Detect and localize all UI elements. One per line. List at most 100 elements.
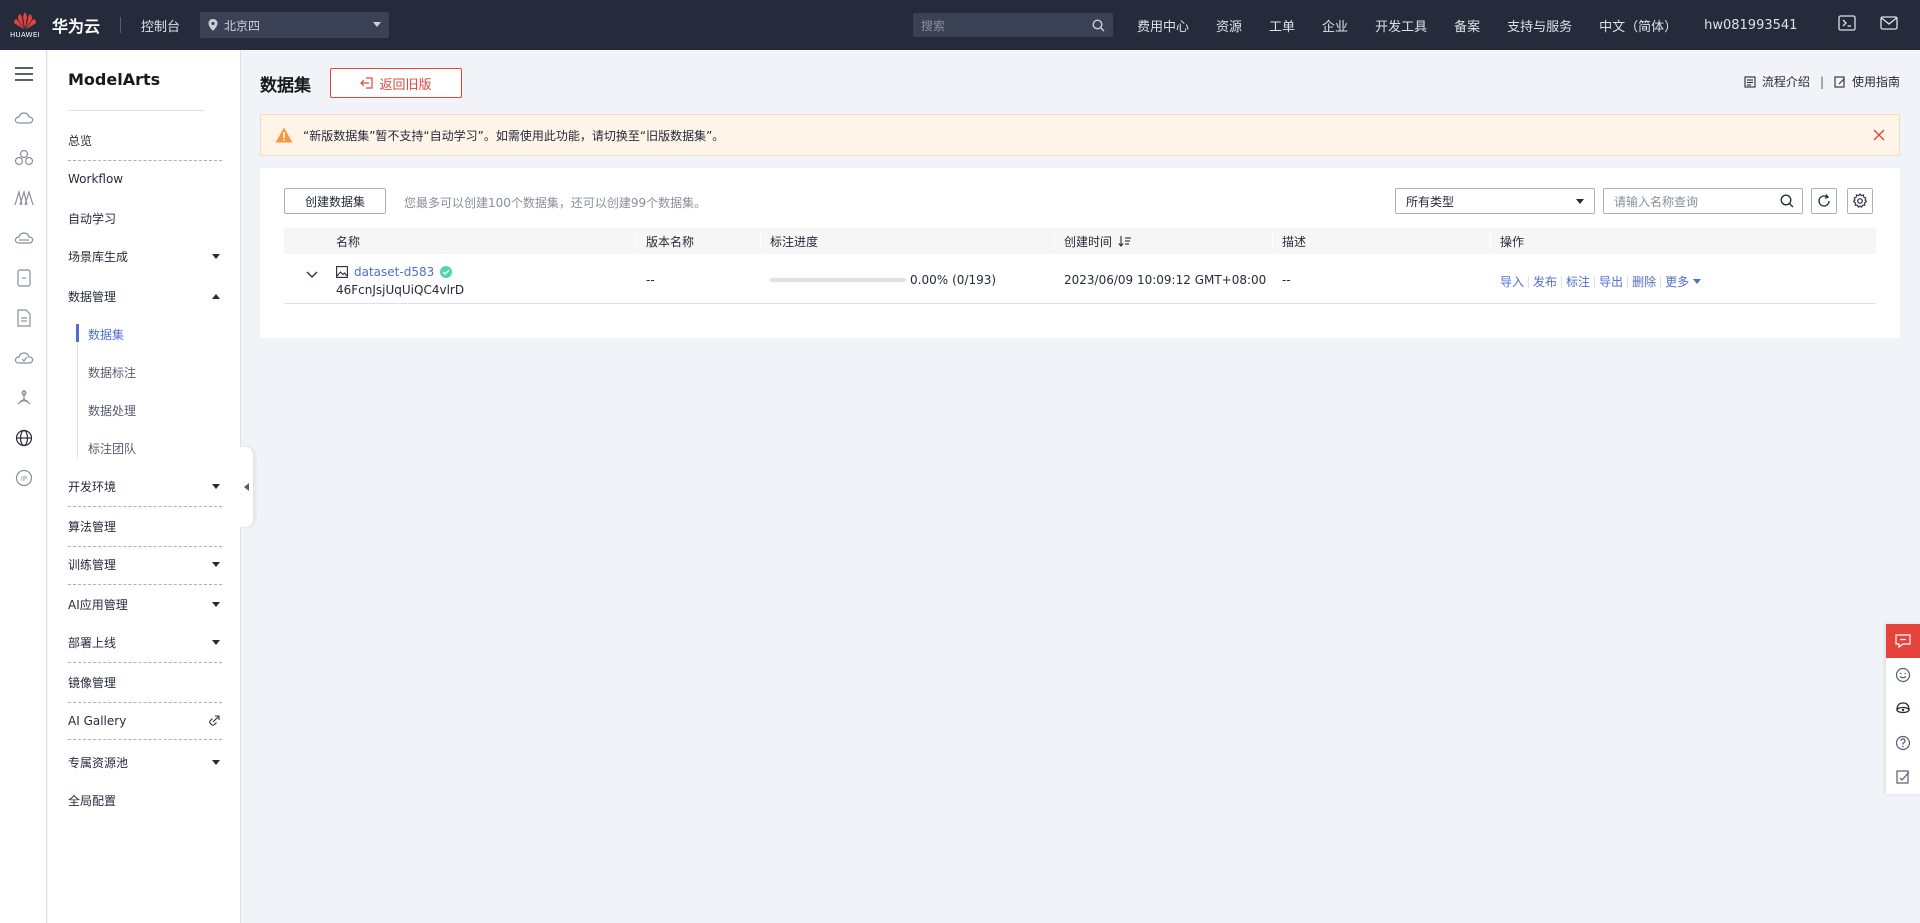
return-old-version-button[interactable]: 返回旧版 <box>330 68 462 98</box>
column-header-name: 名称 <box>336 234 361 249</box>
nav-icp[interactable]: 备案 <box>1454 16 1480 35</box>
rail-item-cloud-3[interactable] <box>0 338 47 378</box>
flow-intro-link[interactable]: 流程介绍 <box>1744 73 1810 90</box>
global-search-input[interactable]: 搜索 <box>913 13 1113 37</box>
nav-username[interactable]: hw081993541 <box>1704 18 1797 33</box>
refresh-button[interactable] <box>1811 188 1837 214</box>
type-filter-select[interactable]: 所有类型 <box>1395 188 1595 214</box>
create-dataset-button[interactable]: 创建数据集 <box>284 188 386 214</box>
rail-item-globe[interactable] <box>0 418 47 458</box>
brand-name[interactable]: 华为云 <box>52 13 100 37</box>
export-link[interactable]: 导出 <box>1599 273 1623 290</box>
sidebar-item-dataset[interactable]: 数据集 <box>88 326 124 343</box>
feedback-button[interactable] <box>1886 658 1920 692</box>
page-title: 数据集 <box>260 76 311 96</box>
progress-bar <box>770 278 906 282</box>
nav-tickets[interactable]: 工单 <box>1269 16 1295 35</box>
sidebar-item-data-processing[interactable]: 数据处理 <box>88 402 136 419</box>
user-guide-link[interactable]: 使用指南 <box>1834 73 1900 90</box>
import-link[interactable]: 导入 <box>1500 273 1524 290</box>
chevron-down-icon <box>212 254 220 259</box>
top-navigation-bar: HUAWEI 华为云 控制台 北京四 搜索 费用中心 资源 工单 企业 开发工具… <box>0 0 1920 50</box>
help-button[interactable] <box>1886 726 1920 760</box>
terminal-icon[interactable] <box>1838 15 1856 31</box>
menu-toggle[interactable] <box>0 50 47 98</box>
sidebar-collapse-handle[interactable] <box>240 447 253 527</box>
cluster-icon <box>14 149 33 166</box>
nav-enterprise[interactable]: 企业 <box>1322 16 1348 35</box>
satellite-icon <box>17 390 30 405</box>
dataset-name-link[interactable]: dataset-d583 <box>354 265 434 279</box>
nav-language[interactable]: 中文（简体） <box>1599 16 1677 35</box>
sidebar-item-automl[interactable]: 自动学习 <box>68 210 220 227</box>
description-cell: -- <box>1282 273 1291 287</box>
nav-support[interactable]: 支持与服务 <box>1507 16 1572 35</box>
nav-devtools[interactable]: 开发工具 <box>1375 16 1427 35</box>
type-filter-value: 所有类型 <box>1406 194 1455 209</box>
sidebar-item-workflow[interactable]: Workflow <box>68 172 220 186</box>
sidebar-item-overview[interactable]: 总览 <box>68 132 222 161</box>
settings-button[interactable] <box>1847 188 1873 214</box>
chat-button[interactable] <box>1886 624 1920 658</box>
sidebar-item-image-management[interactable]: 镜像管理 <box>68 674 222 703</box>
cloud-icon <box>14 112 33 124</box>
search-icon[interactable] <box>1092 18 1105 32</box>
sidebar-item-ai-app-management[interactable]: AI应用管理 <box>68 596 220 613</box>
rail-item-document[interactable] <box>0 298 47 338</box>
rail-item-satellite[interactable] <box>0 378 47 418</box>
divider <box>120 17 122 33</box>
close-icon[interactable] <box>1873 129 1885 141</box>
sidebar-item-deploy[interactable]: 部署上线 <box>68 634 222 663</box>
column-header-created[interactable]: 创建时间 <box>1064 228 1132 254</box>
rail-item-cloud[interactable] <box>0 98 47 138</box>
headset-icon <box>1896 702 1910 714</box>
external-link-icon <box>209 715 220 726</box>
publish-link[interactable]: 发布 <box>1533 273 1557 290</box>
delete-link[interactable]: 删除 <box>1632 273 1656 290</box>
label-link[interactable]: 标注 <box>1566 273 1590 290</box>
nav-billing[interactable]: 费用中心 <box>1137 16 1189 35</box>
progress-cell: 0.00% (0/193) <box>770 273 996 287</box>
rail-item-server[interactable] <box>0 258 47 298</box>
rail-item-cluster[interactable] <box>0 138 47 178</box>
chevron-down-icon <box>212 760 220 765</box>
rail-item-mountains[interactable] <box>0 178 47 218</box>
console-link[interactable]: 控制台 <box>141 16 180 35</box>
sidebar-item-labeling-team[interactable]: 标注团队 <box>88 440 136 457</box>
customer-service-button[interactable] <box>1886 692 1920 726</box>
name-search-input[interactable]: 请输入名称查询 <box>1603 188 1803 214</box>
sidebar-item-scene-generation[interactable]: 场景库生成 <box>68 248 220 265</box>
sidebar-item-algorithm-management[interactable]: 算法管理 <box>68 518 222 547</box>
sidebar-item-global-config[interactable]: 全局配置 <box>68 792 220 809</box>
mail-icon[interactable] <box>1880 15 1898 31</box>
expand-row-toggle[interactable] <box>306 271 318 279</box>
chevron-down-icon <box>212 484 220 489</box>
huawei-logo[interactable]: HUAWEI <box>0 0 50 50</box>
sidebar-item-ai-gallery[interactable]: AI Gallery <box>68 714 222 740</box>
nav-resources[interactable]: 资源 <box>1216 16 1242 35</box>
search-icon[interactable] <box>1780 194 1794 208</box>
logo-text: HUAWEI <box>9 30 40 39</box>
sidebar-item-label: 场景库生成 <box>68 250 129 264</box>
user-guide-label: 使用指南 <box>1851 75 1900 89</box>
sidebar-item-label: 开发环境 <box>68 480 117 494</box>
sidebar-item-training-management[interactable]: 训练管理 <box>68 556 222 585</box>
sidebar-item-dedicated-pool[interactable]: 专属资源池 <box>68 754 220 771</box>
chevron-down-icon <box>1576 198 1584 204</box>
region-selector[interactable]: 北京四 <box>200 12 390 38</box>
sidebar-item-data-management[interactable]: 数据管理 <box>68 288 220 305</box>
more-dropdown[interactable]: 更多 <box>1665 273 1702 290</box>
rail-item-cloud-2[interactable] <box>0 218 47 258</box>
sort-icon[interactable] <box>1118 235 1132 247</box>
sidebar-title: ModelArts <box>68 70 161 89</box>
sidebar-item-data-labeling[interactable]: 数据标注 <box>88 364 136 381</box>
column-header-version: 版本名称 <box>646 234 695 249</box>
warning-icon <box>275 127 293 143</box>
sidebar-item-dev-environment[interactable]: 开发环境 <box>68 478 222 507</box>
chevron-left-icon <box>244 483 249 491</box>
survey-button[interactable] <box>1886 760 1920 794</box>
document-icon <box>16 309 31 327</box>
gear-icon <box>1852 193 1868 209</box>
hamburger-menu-icon <box>14 67 33 81</box>
rail-item-ip[interactable]: IP <box>0 458 47 498</box>
